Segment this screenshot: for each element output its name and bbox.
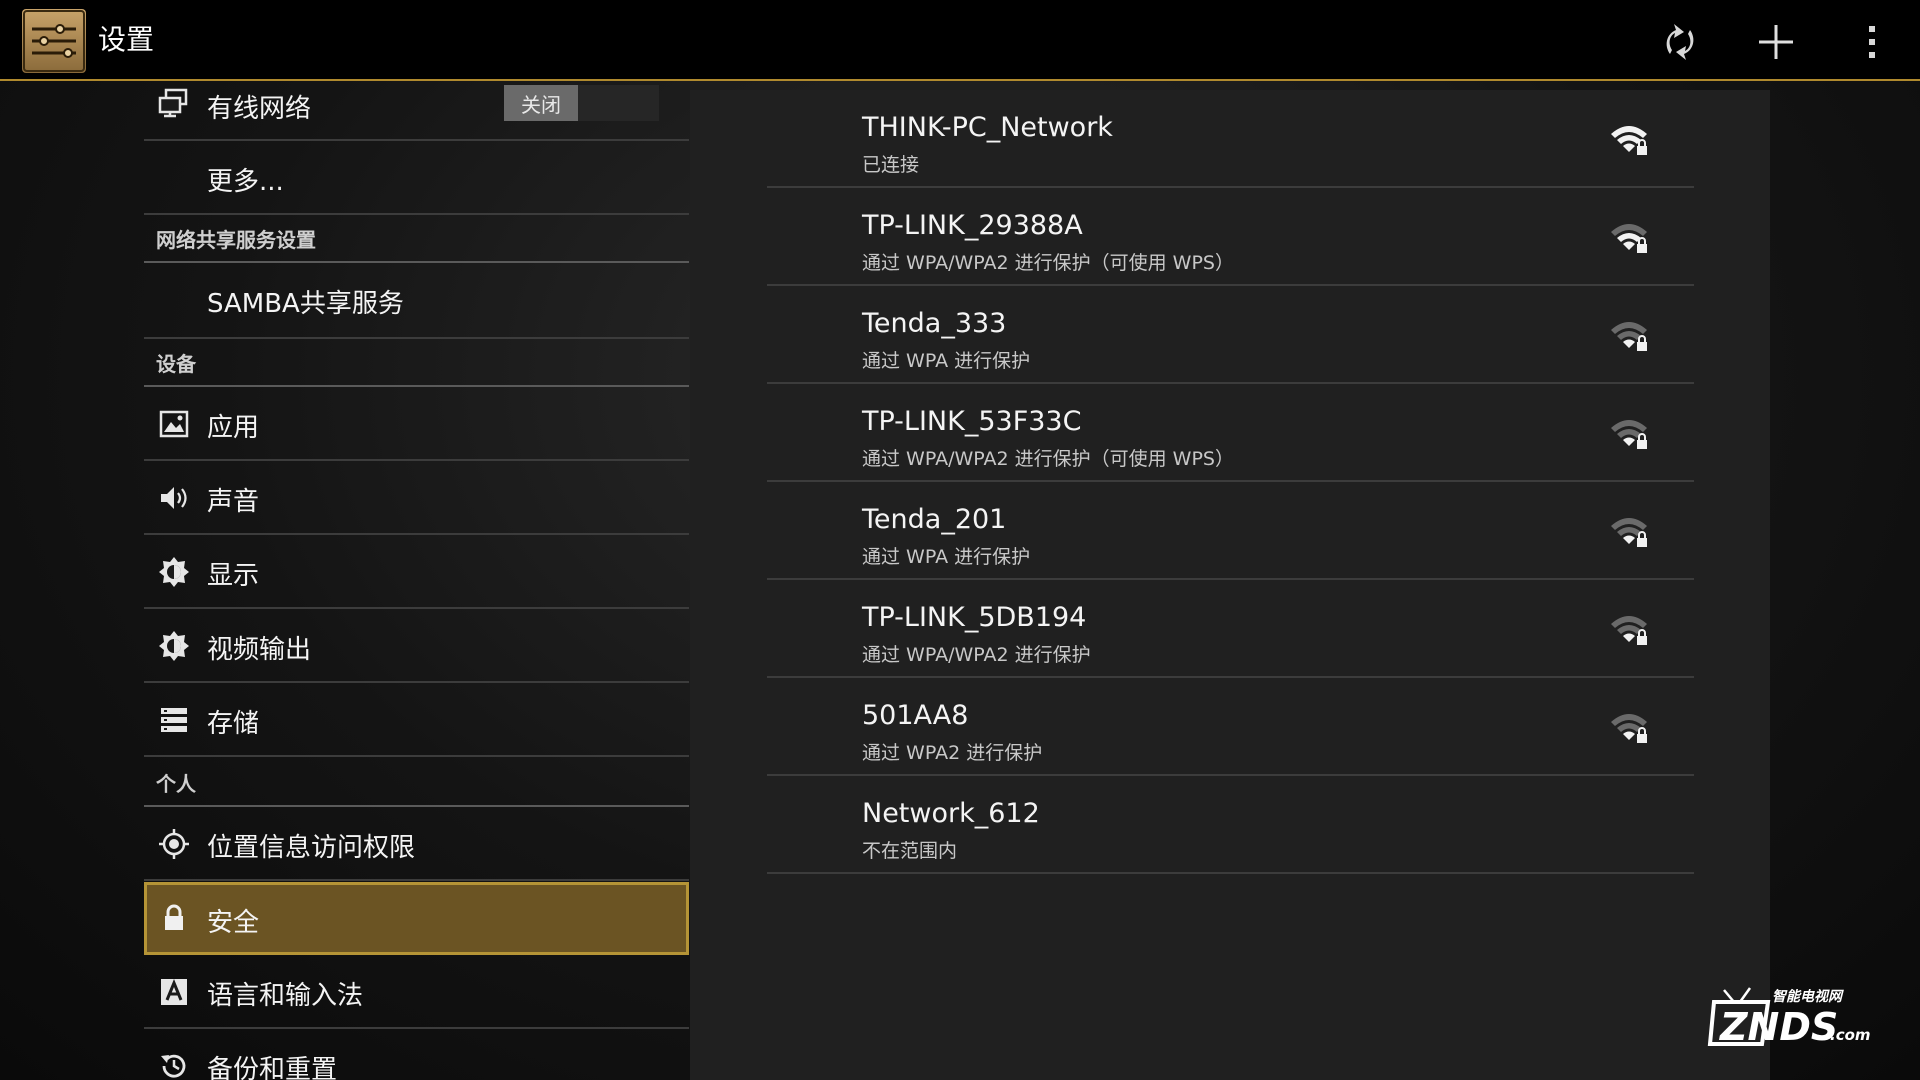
wps-refresh-icon[interactable] bbox=[1652, 14, 1708, 70]
sidebar-item-language[interactable]: 语言和输入法 bbox=[144, 955, 689, 1029]
sidebar-item-label: 安全 bbox=[207, 908, 260, 938]
brightness-icon bbox=[158, 630, 190, 662]
wifi-status: 通过 WPA/WPA2 进行保护（可使用 WPS） bbox=[862, 252, 1234, 274]
wifi-ssid: THINK-PC_Network bbox=[862, 112, 1113, 143]
sidebar-item-storage[interactable]: 存储 bbox=[144, 683, 689, 757]
wifi-signal-lock-icon bbox=[1611, 714, 1647, 743]
action-bar: 设置 bbox=[0, 0, 1920, 81]
sidebar-item-location[interactable]: 位置信息访问权限 bbox=[144, 807, 689, 881]
sidebar-item-label: 视频输出 bbox=[207, 635, 312, 665]
wifi-signal-lock-icon bbox=[1611, 224, 1647, 253]
sidebar-item-label: 更多... bbox=[207, 167, 284, 197]
wifi-network-item[interactable]: Network_612 不在范围内 bbox=[767, 776, 1694, 874]
sidebar-item-label: SAMBA共享服务 bbox=[207, 289, 404, 319]
wifi-ssid: TP-LINK_29388A bbox=[862, 210, 1083, 241]
settings-category-list: 有线网络 关闭 更多... 网络共享服务设置 SAMBA共享服务 设备 应用 声… bbox=[144, 83, 689, 1080]
wifi-ssid: TP-LINK_53F33C bbox=[862, 406, 1082, 437]
wifi-ssid: Tenda_201 bbox=[862, 504, 1007, 535]
wifi-status: 通过 WPA 进行保护 bbox=[862, 546, 1031, 568]
wifi-status: 通过 WPA/WPA2 进行保护（可使用 WPS） bbox=[862, 448, 1234, 470]
svg-text:ZNDS: ZNDS bbox=[1719, 1005, 1838, 1049]
wifi-network-item[interactable]: TP-LINK_53F33C 通过 WPA/WPA2 进行保护（可使用 WPS） bbox=[767, 384, 1694, 482]
wifi-status: 通过 WPA 进行保护 bbox=[862, 350, 1031, 372]
wifi-network-list: THINK-PC_Network 已连接 TP-LINK_29388A 通过 W… bbox=[690, 90, 1770, 1080]
section-header-label: 个人 bbox=[156, 772, 196, 796]
svg-text:.com: .com bbox=[1830, 1026, 1871, 1044]
section-header-label: 设备 bbox=[156, 352, 196, 376]
section-header-sharing: 网络共享服务设置 bbox=[144, 215, 689, 263]
wifi-network-item[interactable]: THINK-PC_Network 已连接 bbox=[767, 90, 1694, 188]
sidebar-item-more[interactable]: 更多... bbox=[144, 141, 689, 215]
wifi-status: 已连接 bbox=[862, 154, 920, 176]
wifi-network-item[interactable]: Tenda_333 通过 WPA 进行保护 bbox=[767, 286, 1694, 384]
wifi-signal-lock-icon bbox=[1611, 126, 1647, 155]
wifi-network-item[interactable]: TP-LINK_29388A 通过 WPA/WPA2 进行保护（可使用 WPS） bbox=[767, 188, 1694, 286]
add-icon[interactable] bbox=[1748, 14, 1804, 70]
toggle-state-label: 关闭 bbox=[504, 85, 578, 121]
section-header-device: 设备 bbox=[144, 339, 689, 387]
wifi-status: 不在范围内 bbox=[862, 840, 958, 862]
sidebar-item-apps[interactable]: 应用 bbox=[144, 387, 689, 461]
wifi-signal-lock-icon bbox=[1611, 322, 1647, 351]
wifi-network-item[interactable]: TP-LINK_5DB194 通过 WPA/WPA2 进行保护 bbox=[767, 580, 1694, 678]
sidebar-item-label: 显示 bbox=[207, 561, 260, 591]
wifi-status: 通过 WPA/WPA2 进行保护 bbox=[862, 644, 1091, 666]
location-icon bbox=[158, 828, 190, 860]
wifi-ssid: Tenda_333 bbox=[862, 308, 1007, 339]
sidebar-item-label: 有线网络 bbox=[207, 94, 312, 124]
settings-screen: 设置 有线网络 关闭 更多... 网络共享服务设置 SAMBA共享服务 设备 应… bbox=[0, 0, 1920, 1080]
sidebar-item-samba[interactable]: SAMBA共享服务 bbox=[144, 263, 689, 339]
wifi-signal-lock-icon bbox=[1611, 420, 1647, 449]
sidebar-item-label: 声音 bbox=[207, 487, 260, 517]
wifi-signal-lock-icon bbox=[1611, 616, 1647, 645]
brightness-icon bbox=[158, 556, 190, 588]
sidebar-item-wired-network[interactable]: 有线网络 关闭 bbox=[144, 83, 689, 141]
lock-icon bbox=[158, 902, 190, 934]
wifi-signal-lock-icon bbox=[1611, 518, 1647, 547]
section-header-label: 网络共享服务设置 bbox=[156, 228, 316, 252]
apps-icon bbox=[158, 408, 190, 440]
sidebar-item-display[interactable]: 显示 bbox=[144, 535, 689, 609]
svg-text:智能电视网: 智能电视网 bbox=[1772, 988, 1844, 1005]
sidebar-item-backup[interactable]: 备份和重置 bbox=[144, 1029, 689, 1080]
wifi-ssid: TP-LINK_5DB194 bbox=[862, 602, 1087, 633]
sidebar-item-label: 应用 bbox=[207, 413, 260, 443]
wired-network-toggle[interactable]: 关闭 bbox=[504, 85, 659, 121]
sidebar-item-label: 位置信息访问权限 bbox=[207, 833, 416, 863]
backup-restore-icon bbox=[158, 1050, 190, 1080]
wifi-ssid: Network_612 bbox=[862, 798, 1040, 829]
sidebar-item-sound[interactable]: 声音 bbox=[144, 461, 689, 535]
sidebar-item-security[interactable]: 安全 bbox=[144, 882, 689, 955]
app-title: 设置 bbox=[98, 23, 155, 56]
wifi-ssid: 501AA8 bbox=[862, 700, 969, 731]
wifi-status: 通过 WPA2 进行保护 bbox=[862, 742, 1043, 764]
sidebar-item-label: 语言和输入法 bbox=[207, 981, 364, 1011]
speaker-icon bbox=[158, 482, 190, 514]
wifi-network-item[interactable]: 501AA8 通过 WPA2 进行保护 bbox=[767, 678, 1694, 776]
language-icon bbox=[158, 976, 190, 1008]
settings-sliders-icon[interactable] bbox=[22, 9, 86, 73]
storage-icon bbox=[158, 704, 190, 736]
sidebar-item-label: 存储 bbox=[207, 709, 260, 739]
sidebar-item-label: 备份和重置 bbox=[207, 1055, 338, 1080]
sidebar-item-video-output[interactable]: 视频输出 bbox=[144, 609, 689, 683]
section-header-personal: 个人 bbox=[144, 757, 689, 807]
znds-logo: 智能电视网 ZNDS .com bbox=[1706, 980, 1876, 1050]
wifi-network-item[interactable]: Tenda_201 通过 WPA 进行保护 bbox=[767, 482, 1694, 580]
overflow-menu-icon[interactable] bbox=[1844, 14, 1900, 70]
wired-network-icon bbox=[158, 88, 190, 120]
